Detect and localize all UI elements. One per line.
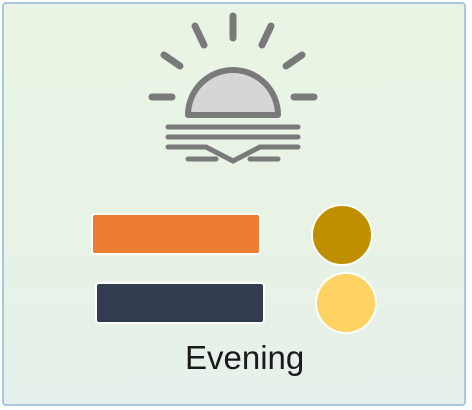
color-swatch-bar-orange <box>91 213 261 255</box>
sunset-icon <box>148 12 318 164</box>
color-swatch-dot-gold <box>311 204 373 266</box>
color-swatch-bar-dark <box>95 282 265 324</box>
color-swatch-dot-yellow <box>315 272 377 334</box>
theme-title: Evening <box>185 339 305 376</box>
